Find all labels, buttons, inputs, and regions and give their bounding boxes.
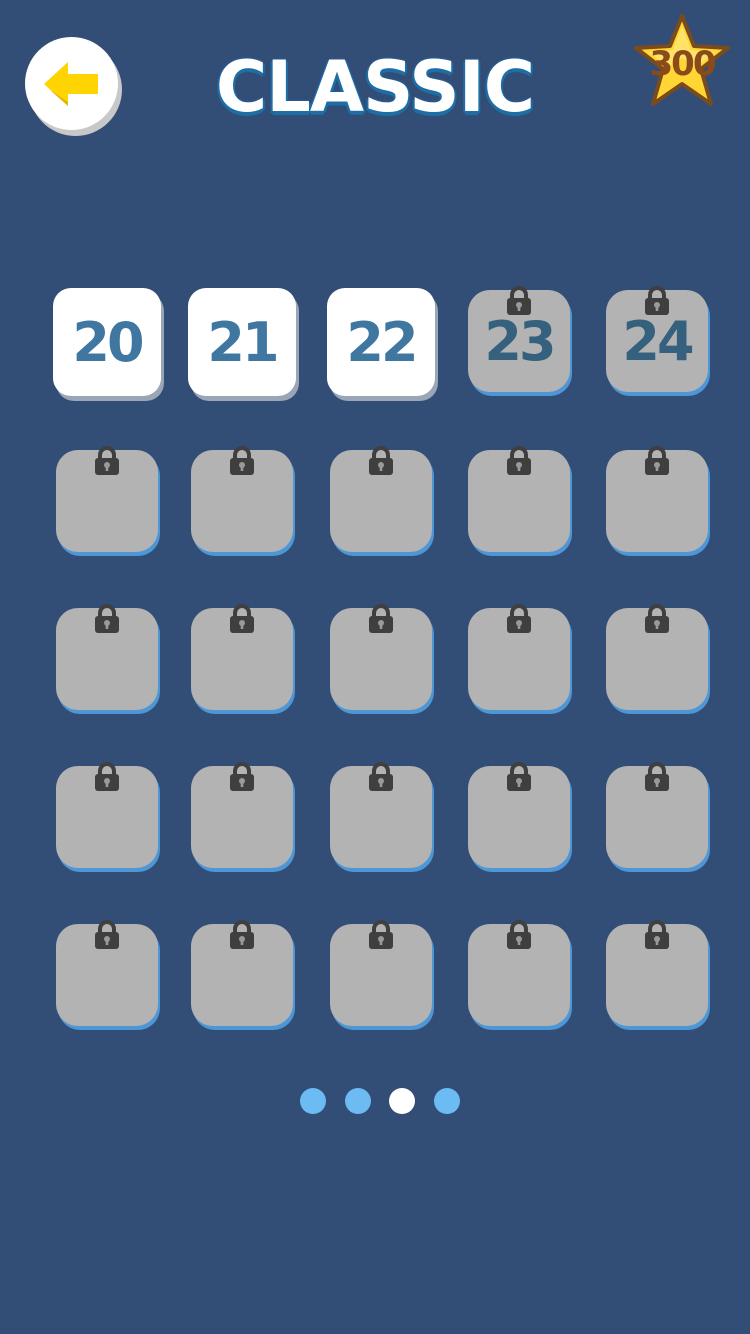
lock-icon	[228, 446, 256, 481]
lock-icon	[643, 920, 671, 955]
lock-icon	[367, 762, 395, 797]
locked-level-tile	[191, 446, 293, 552]
locked-level-tile	[56, 604, 158, 710]
level-button[interactable]: 22	[327, 288, 435, 396]
lock-icon	[93, 604, 121, 639]
page-dot[interactable]	[345, 1088, 371, 1114]
lock-icon	[367, 604, 395, 639]
locked-level-tile	[330, 604, 432, 710]
lock-icon	[643, 446, 671, 481]
lock-icon	[505, 446, 533, 481]
locked-level-tile	[330, 920, 432, 1026]
locked-level-tile	[606, 604, 708, 710]
locked-level-tile	[468, 604, 570, 710]
locked-level-tile	[606, 446, 708, 552]
locked-level-tile	[191, 762, 293, 868]
level-number: 21	[207, 310, 279, 374]
level-number: 20	[72, 310, 144, 374]
lock-icon	[643, 762, 671, 797]
lock-icon	[505, 604, 533, 639]
locked-level-tile	[191, 604, 293, 710]
lock-icon	[505, 762, 533, 797]
locked-level-tile	[606, 920, 708, 1026]
lock-icon	[505, 920, 533, 955]
star-count: 300	[649, 44, 717, 84]
page-dot[interactable]	[300, 1088, 326, 1114]
lock-icon	[93, 762, 121, 797]
page-dot[interactable]	[434, 1088, 460, 1114]
page-dot-active[interactable]	[389, 1088, 415, 1114]
locked-level-tile	[468, 446, 570, 552]
locked-level-tile	[330, 762, 432, 868]
locked-level-tile	[56, 762, 158, 868]
lock-icon	[93, 920, 121, 955]
star-counter: 300	[630, 12, 734, 110]
level-button[interactable]: 21	[188, 288, 296, 396]
lock-icon	[228, 762, 256, 797]
locked-level-tile	[191, 920, 293, 1026]
locked-level-tile	[56, 920, 158, 1026]
locked-level-tile: 24	[606, 286, 708, 392]
lock-icon	[367, 920, 395, 955]
lock-icon	[228, 920, 256, 955]
lock-icon	[228, 604, 256, 639]
locked-level-tile	[606, 762, 708, 868]
lock-icon	[643, 286, 671, 321]
lock-icon	[643, 604, 671, 639]
locked-level-tile	[468, 920, 570, 1026]
locked-level-tile	[330, 446, 432, 552]
locked-level-tile	[468, 762, 570, 868]
lock-icon	[367, 446, 395, 481]
level-button[interactable]: 20	[53, 288, 161, 396]
level-number: 22	[346, 310, 418, 374]
lock-icon	[93, 446, 121, 481]
locked-level-tile: 23	[468, 286, 570, 392]
lock-icon	[505, 286, 533, 321]
locked-level-tile	[56, 446, 158, 552]
